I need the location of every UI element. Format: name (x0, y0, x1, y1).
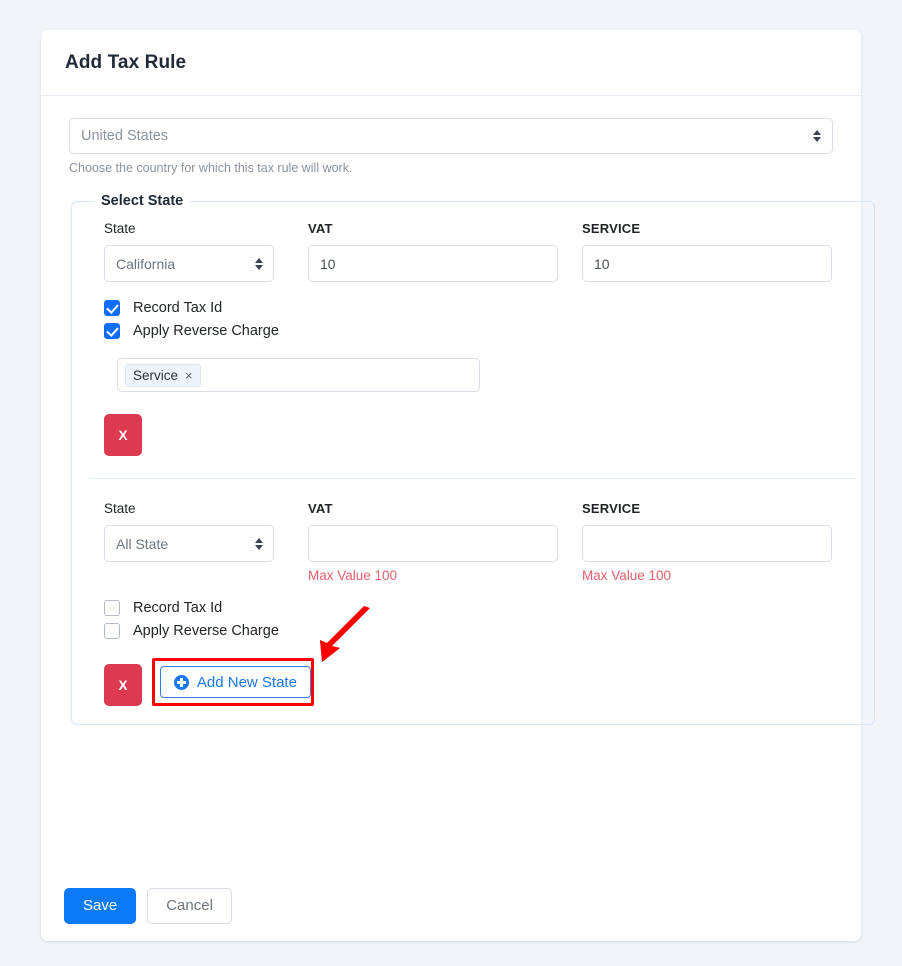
state-select[interactable]: California (104, 245, 274, 282)
vat-column: VAT Max Value 100 (308, 501, 582, 585)
apply-reverse-charge-checkbox[interactable] (104, 322, 120, 339)
state-row-fields: State All State VAT Max Value 100 SERVIC… (104, 501, 856, 585)
state-select-value: All State (116, 535, 169, 552)
country-select[interactable]: United States (69, 118, 833, 154)
checkbox-group: Record Tax Id Apply Reverse Charge (104, 596, 856, 642)
state-label: State (104, 221, 136, 236)
tag-chip-label: Service (133, 367, 179, 383)
state-row-fields: State California VAT SERVICE (104, 221, 856, 282)
vat-input[interactable] (308, 525, 558, 562)
record-tax-id-label: Record Tax Id (133, 599, 223, 616)
service-column: SERVICE (582, 221, 856, 282)
card-header: Add Tax Rule (41, 30, 861, 96)
apply-reverse-charge-checkbox-row[interactable]: Apply Reverse Charge (104, 619, 856, 642)
add-new-state-wrapper: Add New State (151, 606, 370, 706)
chevron-updown-icon (812, 128, 822, 144)
vat-column: VAT (308, 221, 582, 282)
apply-reverse-charge-checkbox-row[interactable]: Apply Reverse Charge (104, 319, 856, 342)
vat-error-message: Max Value 100 (308, 568, 398, 583)
chevron-updown-icon (254, 537, 264, 550)
service-error-message: Max Value 100 (582, 568, 672, 583)
add-new-state-button[interactable]: Add New State (159, 666, 311, 698)
record-tax-id-checkbox-row[interactable]: Record Tax Id (104, 596, 856, 619)
state-row: State All State VAT Max Value 100 SERVIC… (90, 479, 856, 706)
vat-label: VAT (308, 221, 333, 236)
apply-reverse-charge-checkbox[interactable] (104, 622, 120, 639)
vat-label: VAT (308, 501, 333, 516)
service-label: SERVICE (582, 501, 641, 516)
card-body: United States Choose the country for whi… (41, 96, 875, 725)
service-label: SERVICE (582, 221, 641, 236)
select-state-legend: Select State (101, 193, 184, 209)
country-help-text: Choose the country for which this tax ru… (69, 161, 353, 175)
state-select[interactable]: All State (104, 525, 274, 562)
delete-state-button[interactable]: X (104, 664, 142, 706)
apply-reverse-charge-label: Apply Reverse Charge (133, 322, 279, 339)
plus-circle-icon (173, 674, 189, 690)
save-button[interactable]: Save (64, 887, 137, 924)
state-select-value: California (116, 255, 176, 272)
add-tax-rule-card: Add Tax Rule United States Choose the co… (41, 30, 875, 941)
state-column: State California (104, 221, 308, 282)
checkbox-group: Record Tax Id Apply Reverse Charge (104, 296, 856, 342)
tag-remove-icon[interactable]: × (185, 369, 193, 382)
service-input[interactable] (582, 525, 832, 562)
country-select-value: United States (81, 128, 169, 144)
chevron-updown-icon (254, 257, 264, 270)
reverse-charge-tag-input[interactable]: Service × (117, 358, 480, 392)
service-column: SERVICE Max Value 100 (582, 501, 856, 585)
state-column: State All State (104, 501, 308, 585)
state-label: State (104, 501, 136, 516)
vat-input[interactable] (308, 245, 558, 282)
state-row: State California VAT SERVICE (90, 213, 856, 456)
apply-reverse-charge-label: Apply Reverse Charge (133, 622, 279, 639)
tag-chip[interactable]: Service × (125, 363, 201, 387)
record-tax-id-checkbox[interactable] (104, 599, 120, 616)
card-footer: Save Cancel (41, 870, 861, 941)
service-input[interactable] (582, 245, 832, 282)
select-state-fieldset: Select State State California VAT 10 SER… (71, 193, 875, 725)
record-tax-id-checkbox-row[interactable]: Record Tax Id (104, 296, 856, 319)
cancel-button[interactable]: Cancel (147, 887, 232, 924)
add-new-state-label: Add New State (196, 673, 297, 691)
page-title: Add Tax Rule (65, 51, 187, 73)
delete-state-button[interactable]: X (104, 414, 142, 456)
record-tax-id-label: Record Tax Id (133, 299, 223, 316)
record-tax-id-checkbox[interactable] (104, 299, 120, 316)
